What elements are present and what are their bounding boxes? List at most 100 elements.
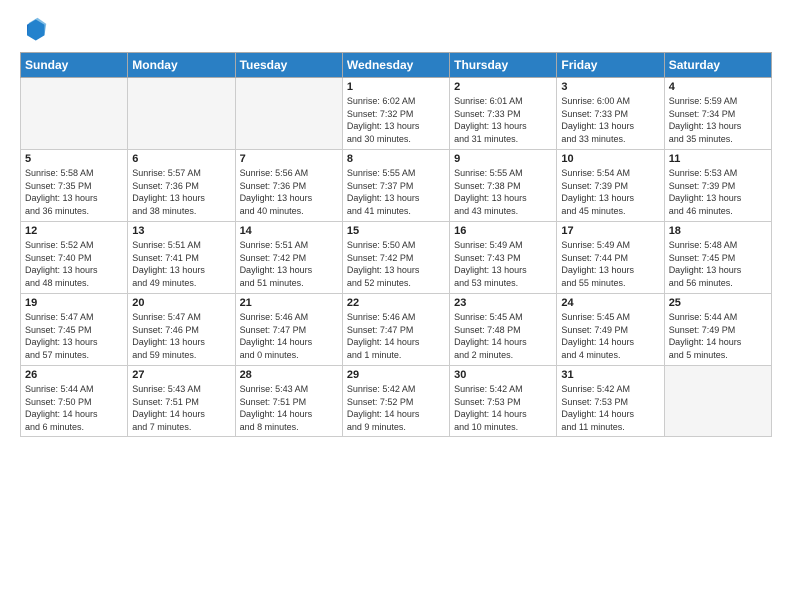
calendar-cell: 14 Sunrise: 5:51 AM Sunset: 7:42 PM Dayli… bbox=[235, 222, 342, 294]
calendar-cell: 2 Sunrise: 6:01 AM Sunset: 7:33 PM Daylig… bbox=[450, 78, 557, 150]
calendar-cell: 17 Sunrise: 5:49 AM Sunset: 7:44 PM Dayli… bbox=[557, 222, 664, 294]
day-number: 20 bbox=[132, 297, 230, 309]
day-info: Sunrise: 5:58 AM Sunset: 7:35 PM Dayligh… bbox=[25, 167, 123, 217]
day-number: 1 bbox=[347, 81, 445, 93]
day-number: 16 bbox=[454, 225, 552, 237]
day-info: Sunrise: 5:51 AM Sunset: 7:41 PM Dayligh… bbox=[132, 239, 230, 289]
day-info: Sunrise: 5:45 AM Sunset: 7:49 PM Dayligh… bbox=[561, 311, 659, 361]
calendar-cell: 31Sunrise: 5:42 AM Sunset: 7:53 PM Dayli… bbox=[557, 366, 664, 437]
calendar-cell: 29 Sunrise: 5:42 AM Sunset: 7:52 PM Dayli… bbox=[342, 366, 449, 437]
day-number: 18 bbox=[669, 225, 767, 237]
weekday-header: Friday bbox=[557, 53, 664, 78]
day-number: 8 bbox=[347, 153, 445, 165]
calendar: SundayMondayTuesdayWednesdayThursdayFrid… bbox=[20, 52, 772, 437]
calendar-cell: 18 Sunrise: 5:48 AM Sunset: 7:45 PM Dayli… bbox=[664, 222, 771, 294]
day-info: Sunrise: 5:42 AM Sunset: 7:52 PM Dayligh… bbox=[347, 383, 445, 433]
calendar-cell: 24 Sunrise: 5:45 AM Sunset: 7:49 PM Dayli… bbox=[557, 294, 664, 366]
week-row: 5 Sunrise: 5:58 AM Sunset: 7:35 PM Daylig… bbox=[21, 150, 772, 222]
calendar-cell bbox=[128, 78, 235, 150]
calendar-cell: 21 Sunrise: 5:46 AM Sunset: 7:47 PM Dayli… bbox=[235, 294, 342, 366]
logo bbox=[20, 16, 52, 44]
day-info: Sunrise: 5:44 AM Sunset: 7:49 PM Dayligh… bbox=[669, 311, 767, 361]
day-info: Sunrise: 5:45 AM Sunset: 7:48 PM Dayligh… bbox=[454, 311, 552, 361]
day-number: 24 bbox=[561, 297, 659, 309]
day-number: 23 bbox=[454, 297, 552, 309]
week-row: 19 Sunrise: 5:47 AM Sunset: 7:45 PM Dayli… bbox=[21, 294, 772, 366]
calendar-cell: 7 Sunrise: 5:56 AM Sunset: 7:36 PM Daylig… bbox=[235, 150, 342, 222]
day-info: Sunrise: 6:02 AM Sunset: 7:32 PM Dayligh… bbox=[347, 95, 445, 145]
day-info: Sunrise: 5:43 AM Sunset: 7:51 PM Dayligh… bbox=[240, 383, 338, 433]
day-info: Sunrise: 5:42 AM Sunset: 7:53 PM Dayligh… bbox=[454, 383, 552, 433]
calendar-cell: 6Sunrise: 5:57 AM Sunset: 7:36 PM Daylig… bbox=[128, 150, 235, 222]
day-number: 2 bbox=[454, 81, 552, 93]
calendar-cell: 25 Sunrise: 5:44 AM Sunset: 7:49 PM Dayli… bbox=[664, 294, 771, 366]
calendar-cell bbox=[21, 78, 128, 150]
day-number: 5 bbox=[25, 153, 123, 165]
calendar-cell: 12Sunrise: 5:52 AM Sunset: 7:40 PM Dayli… bbox=[21, 222, 128, 294]
day-info: Sunrise: 5:48 AM Sunset: 7:45 PM Dayligh… bbox=[669, 239, 767, 289]
day-number: 11 bbox=[669, 153, 767, 165]
calendar-cell: 20 Sunrise: 5:47 AM Sunset: 7:46 PM Dayli… bbox=[128, 294, 235, 366]
page: SundayMondayTuesdayWednesdayThursdayFrid… bbox=[0, 0, 792, 612]
day-number: 22 bbox=[347, 297, 445, 309]
calendar-cell: 22Sunrise: 5:46 AM Sunset: 7:47 PM Dayli… bbox=[342, 294, 449, 366]
day-number: 4 bbox=[669, 81, 767, 93]
calendar-cell: 8 Sunrise: 5:55 AM Sunset: 7:37 PM Daylig… bbox=[342, 150, 449, 222]
day-number: 9 bbox=[454, 153, 552, 165]
day-number: 14 bbox=[240, 225, 338, 237]
day-info: Sunrise: 5:50 AM Sunset: 7:42 PM Dayligh… bbox=[347, 239, 445, 289]
day-info: Sunrise: 5:47 AM Sunset: 7:45 PM Dayligh… bbox=[25, 311, 123, 361]
calendar-cell: 26 Sunrise: 5:44 AM Sunset: 7:50 PM Dayli… bbox=[21, 366, 128, 437]
day-number: 6 bbox=[132, 153, 230, 165]
day-info: Sunrise: 6:01 AM Sunset: 7:33 PM Dayligh… bbox=[454, 95, 552, 145]
day-number: 27 bbox=[132, 369, 230, 381]
day-number: 3 bbox=[561, 81, 659, 93]
day-number: 10 bbox=[561, 153, 659, 165]
day-number: 13 bbox=[132, 225, 230, 237]
calendar-cell: 19 Sunrise: 5:47 AM Sunset: 7:45 PM Dayli… bbox=[21, 294, 128, 366]
day-info: Sunrise: 6:00 AM Sunset: 7:33 PM Dayligh… bbox=[561, 95, 659, 145]
day-number: 31 bbox=[561, 369, 659, 381]
weekday-header: Monday bbox=[128, 53, 235, 78]
weekday-header: Saturday bbox=[664, 53, 771, 78]
calendar-cell: 10 Sunrise: 5:54 AM Sunset: 7:39 PM Dayli… bbox=[557, 150, 664, 222]
day-number: 21 bbox=[240, 297, 338, 309]
day-number: 17 bbox=[561, 225, 659, 237]
day-info: Sunrise: 5:52 AM Sunset: 7:40 PM Dayligh… bbox=[25, 239, 123, 289]
day-info: Sunrise: 5:47 AM Sunset: 7:46 PM Dayligh… bbox=[132, 311, 230, 361]
week-row: 1 Sunrise: 6:02 AM Sunset: 7:32 PM Daylig… bbox=[21, 78, 772, 150]
day-number: 19 bbox=[25, 297, 123, 309]
day-number: 26 bbox=[25, 369, 123, 381]
calendar-cell: 1 Sunrise: 6:02 AM Sunset: 7:32 PM Daylig… bbox=[342, 78, 449, 150]
weekday-header: Thursday bbox=[450, 53, 557, 78]
day-info: Sunrise: 5:44 AM Sunset: 7:50 PM Dayligh… bbox=[25, 383, 123, 433]
calendar-cell bbox=[664, 366, 771, 437]
day-info: Sunrise: 5:46 AM Sunset: 7:47 PM Dayligh… bbox=[240, 311, 338, 361]
weekday-header: Sunday bbox=[21, 53, 128, 78]
calendar-cell: 16 Sunrise: 5:49 AM Sunset: 7:43 PM Dayli… bbox=[450, 222, 557, 294]
day-number: 29 bbox=[347, 369, 445, 381]
calendar-cell: 3 Sunrise: 6:00 AM Sunset: 7:33 PM Daylig… bbox=[557, 78, 664, 150]
week-row: 26 Sunrise: 5:44 AM Sunset: 7:50 PM Dayli… bbox=[21, 366, 772, 437]
day-number: 25 bbox=[669, 297, 767, 309]
day-info: Sunrise: 5:56 AM Sunset: 7:36 PM Dayligh… bbox=[240, 167, 338, 217]
day-number: 30 bbox=[454, 369, 552, 381]
day-number: 7 bbox=[240, 153, 338, 165]
weekday-header: Wednesday bbox=[342, 53, 449, 78]
calendar-cell bbox=[235, 78, 342, 150]
calendar-cell: 11 Sunrise: 5:53 AM Sunset: 7:39 PM Dayli… bbox=[664, 150, 771, 222]
day-info: Sunrise: 5:55 AM Sunset: 7:37 PM Dayligh… bbox=[347, 167, 445, 217]
day-info: Sunrise: 5:51 AM Sunset: 7:42 PM Dayligh… bbox=[240, 239, 338, 289]
day-number: 15 bbox=[347, 225, 445, 237]
calendar-cell: 23 Sunrise: 5:45 AM Sunset: 7:48 PM Dayli… bbox=[450, 294, 557, 366]
calendar-cell: 27Sunrise: 5:43 AM Sunset: 7:51 PM Dayli… bbox=[128, 366, 235, 437]
day-info: Sunrise: 5:54 AM Sunset: 7:39 PM Dayligh… bbox=[561, 167, 659, 217]
calendar-cell: 28Sunrise: 5:43 AM Sunset: 7:51 PM Dayli… bbox=[235, 366, 342, 437]
calendar-cell: 9Sunrise: 5:55 AM Sunset: 7:38 PM Daylig… bbox=[450, 150, 557, 222]
calendar-cell: 4Sunrise: 5:59 AM Sunset: 7:34 PM Daylig… bbox=[664, 78, 771, 150]
day-info: Sunrise: 5:53 AM Sunset: 7:39 PM Dayligh… bbox=[669, 167, 767, 217]
calendar-cell: 5 Sunrise: 5:58 AM Sunset: 7:35 PM Daylig… bbox=[21, 150, 128, 222]
calendar-cell: 13 Sunrise: 5:51 AM Sunset: 7:41 PM Dayli… bbox=[128, 222, 235, 294]
day-info: Sunrise: 5:49 AM Sunset: 7:43 PM Dayligh… bbox=[454, 239, 552, 289]
day-info: Sunrise: 5:49 AM Sunset: 7:44 PM Dayligh… bbox=[561, 239, 659, 289]
